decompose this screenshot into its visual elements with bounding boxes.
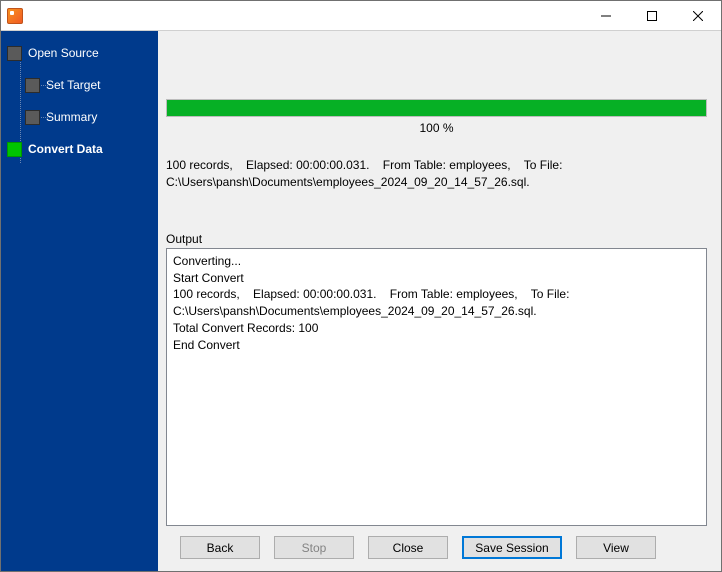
- stop-button: Stop: [274, 536, 354, 559]
- close-icon: [693, 11, 703, 21]
- step-box-icon: [7, 46, 22, 61]
- step-set-target[interactable]: Set Target: [25, 73, 152, 97]
- progress-percent-text: 100 %: [166, 121, 707, 135]
- step-convert-data[interactable]: Convert Data: [7, 137, 152, 161]
- progress-fill: [167, 100, 706, 116]
- step-label: Open Source: [28, 46, 99, 60]
- step-box-icon: [25, 78, 40, 93]
- button-row: Back Stop Close Save Session View: [158, 526, 721, 571]
- step-summary[interactable]: Summary: [25, 105, 152, 129]
- output-label: Output: [166, 232, 707, 246]
- step-box-icon: [7, 142, 22, 157]
- output-log[interactable]: Converting... Start Convert 100 records,…: [166, 248, 707, 526]
- step-label: Summary: [46, 110, 97, 124]
- close-window-button[interactable]: [675, 1, 721, 30]
- window-controls: [583, 1, 721, 30]
- body-area: Open Source Set Target Summary Convert D…: [1, 31, 721, 571]
- step-label: Convert Data: [28, 142, 103, 156]
- close-button[interactable]: Close: [368, 536, 448, 559]
- content-area: 100 % 100 records, Elapsed: 00:00:00.031…: [158, 31, 721, 526]
- step-open-source[interactable]: Open Source: [7, 41, 152, 65]
- back-button[interactable]: Back: [180, 536, 260, 559]
- titlebar: [1, 1, 721, 31]
- main-panel: 100 % 100 records, Elapsed: 00:00:00.031…: [158, 31, 721, 571]
- app-window: Open Source Set Target Summary Convert D…: [0, 0, 722, 572]
- conversion-summary-text: 100 records, Elapsed: 00:00:00.031. From…: [166, 157, 707, 192]
- maximize-icon: [647, 11, 657, 21]
- app-icon: [7, 8, 23, 24]
- step-box-icon: [25, 110, 40, 125]
- titlebar-left: [1, 8, 23, 24]
- progress-bar: [166, 99, 707, 117]
- step-label: Set Target: [46, 78, 100, 92]
- progress-section: 100 %: [166, 99, 707, 135]
- minimize-button[interactable]: [583, 1, 629, 30]
- maximize-button[interactable]: [629, 1, 675, 30]
- minimize-icon: [601, 11, 611, 21]
- view-button[interactable]: View: [576, 536, 656, 559]
- save-session-button[interactable]: Save Session: [462, 536, 562, 559]
- wizard-sidebar: Open Source Set Target Summary Convert D…: [1, 31, 158, 571]
